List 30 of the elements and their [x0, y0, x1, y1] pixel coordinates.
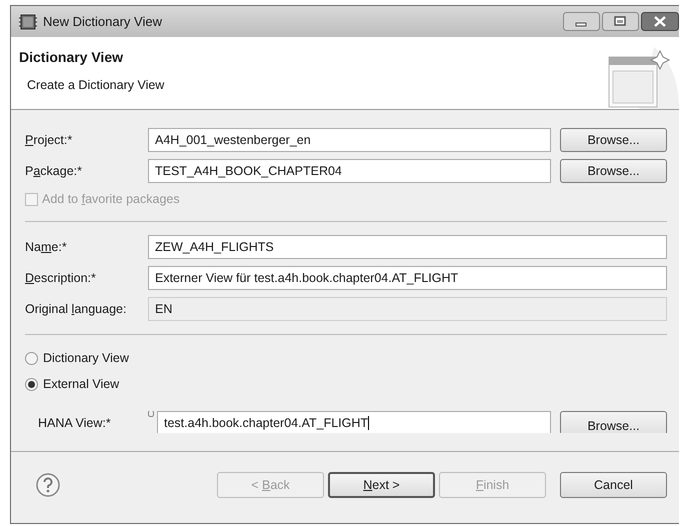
maximize-button[interactable]: [602, 12, 639, 31]
text-field[interactable]: Externer View für test.a4h.book.chapter04.AT_FLIGHT: [148, 266, 667, 290]
minimize-button[interactable]: [563, 12, 600, 31]
field-label: HANA View:*: [37, 415, 112, 430]
text-field[interactable]: A4H_001_westenberger_en: [148, 128, 551, 152]
checkbox-label: Add to favorite packages: [42, 192, 180, 206]
text-field[interactable]: TEST_A4H_BOOK_CHAPTER04: [148, 159, 551, 183]
field-label: Package:*: [25, 164, 83, 178]
wizard-button[interactable]: Next >: [328, 472, 435, 498]
radio-label: Dictionary View: [43, 351, 129, 365]
text-field[interactable]: ZEW_A4H_FLIGHTS: [148, 235, 667, 259]
page-description: Create a Dictionary View: [27, 78, 164, 92]
app-icon: [19, 14, 37, 30]
browse-button[interactable]: Browse...: [560, 159, 667, 183]
radio-button[interactable]: [25, 352, 38, 364]
radio-button[interactable]: [25, 378, 38, 390]
text-field[interactable]: test.a4h.book.chapter04.AT_FLIGHT: [157, 411, 551, 433]
readonly-field: EN: [148, 297, 667, 321]
browse-button[interactable]: Browse...: [560, 411, 667, 433]
close-button[interactable]: [641, 12, 679, 31]
wizard-button[interactable]: Cancel: [560, 472, 667, 498]
radio-label: External View: [43, 377, 120, 391]
window-title: New Dictionary View: [43, 14, 163, 29]
field-label: Description:*: [25, 271, 97, 285]
field-label: Original language:: [25, 302, 128, 316]
field-label: Project:*: [25, 133, 74, 147]
field-label: Name:*: [25, 240, 68, 254]
help-icon[interactable]: [36, 472, 60, 496]
page-title: Dictionary View: [19, 49, 124, 65]
browse-button[interactable]: Browse...: [560, 128, 667, 152]
